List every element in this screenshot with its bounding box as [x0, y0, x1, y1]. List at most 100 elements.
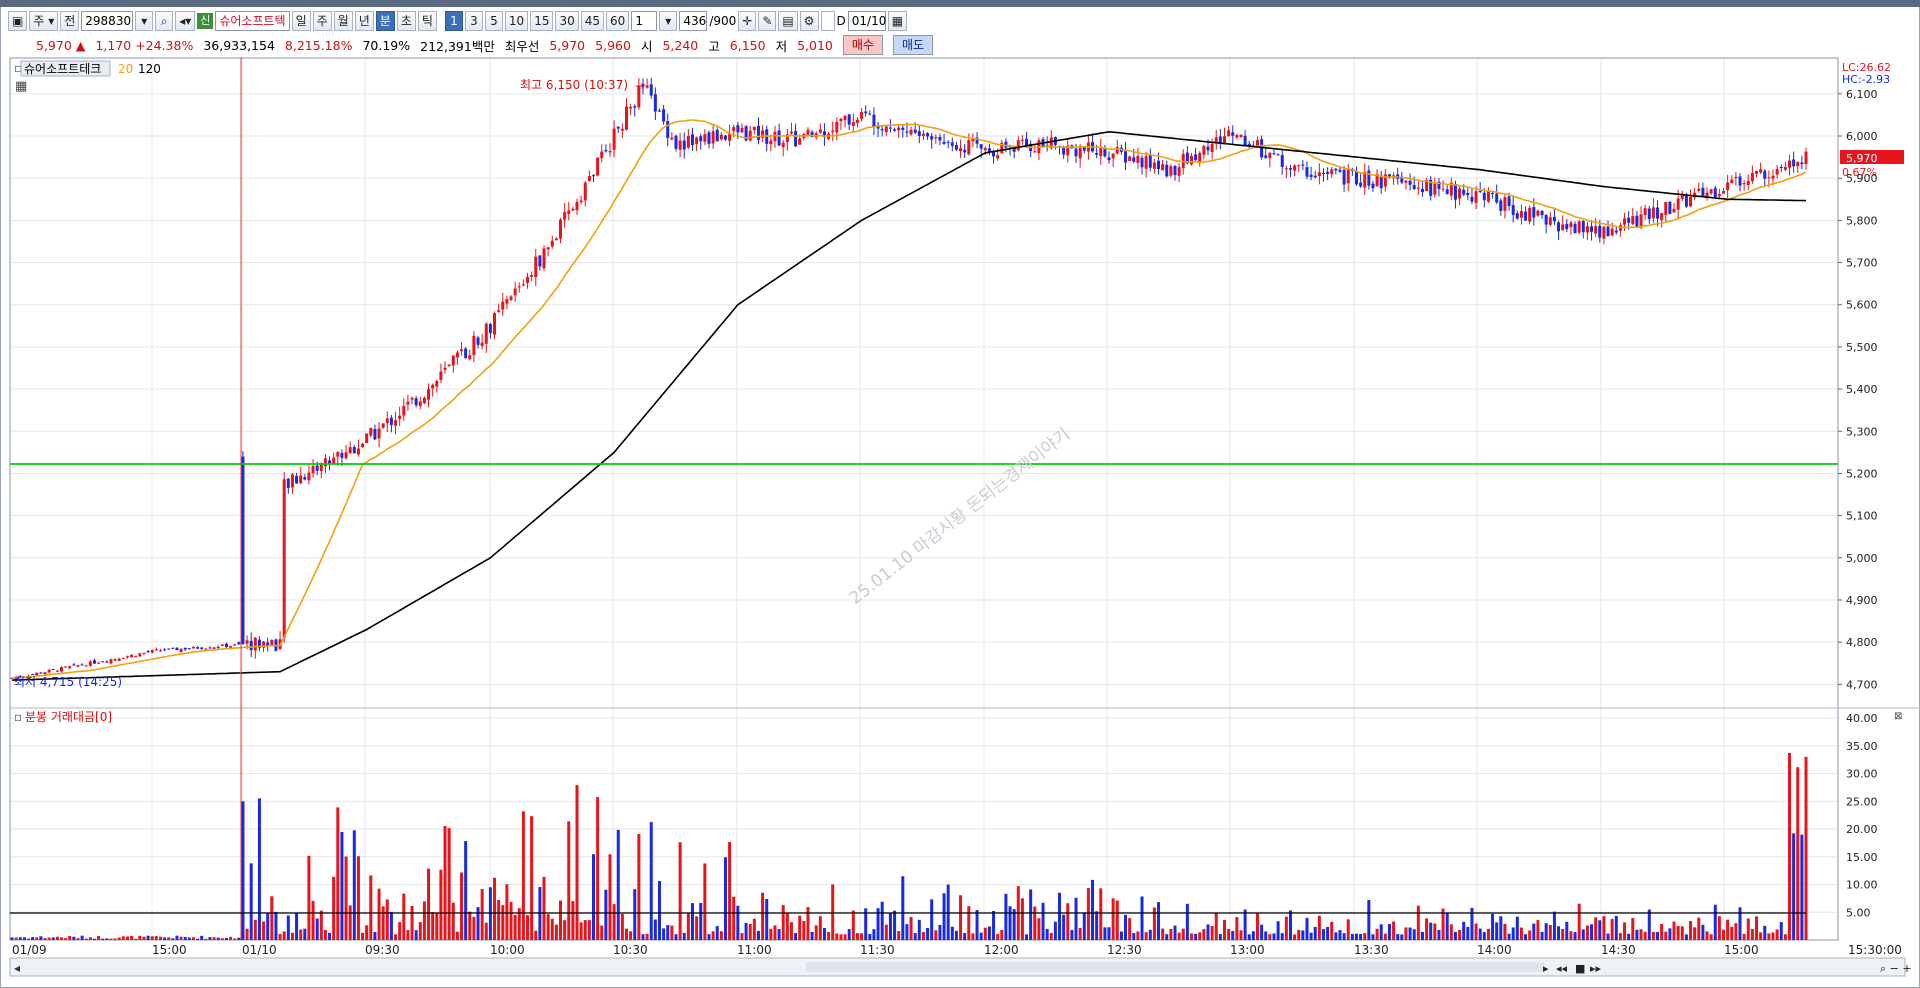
candle-body — [538, 255, 542, 267]
candle-body — [905, 131, 909, 133]
candle-body — [488, 324, 492, 334]
candle-body — [43, 672, 47, 675]
candle-body — [1573, 223, 1577, 234]
volume-bar — [1103, 927, 1107, 940]
candle-body — [1524, 211, 1528, 221]
volume-bar — [1664, 931, 1668, 940]
collapse-icon: ▫ — [14, 710, 22, 724]
volume-bar — [191, 937, 195, 940]
candle-body — [732, 127, 736, 132]
scroll-left-icon: ◂ — [14, 961, 20, 975]
volume-bar — [847, 929, 851, 940]
volume-bar — [835, 933, 839, 940]
volume-bar — [1194, 933, 1198, 940]
volume-bar — [472, 916, 476, 940]
volume-bar — [10, 937, 14, 940]
volume-bar — [1029, 889, 1033, 940]
volume-bar — [513, 914, 517, 940]
candle-body — [295, 475, 299, 484]
candle-body — [1379, 175, 1383, 189]
chart-canvas[interactable]: 6,1006,0005,9005,8005,7005,6005,5005,400… — [0, 0, 1920, 988]
volume-bar — [307, 855, 311, 940]
candle-body — [946, 141, 950, 143]
candle-body — [517, 286, 521, 288]
volume-bar — [798, 915, 802, 940]
candle-body — [1412, 185, 1416, 189]
candle-body — [245, 640, 249, 644]
candle-body — [930, 136, 934, 140]
volume-bar — [443, 826, 447, 940]
candle-body — [695, 137, 699, 145]
volume-bar — [1053, 921, 1057, 940]
volume-bar — [1627, 933, 1631, 940]
candle-body — [1796, 161, 1800, 167]
candle-body — [542, 248, 546, 269]
candle-body — [493, 313, 497, 335]
candle-body — [1111, 153, 1115, 159]
volume-bar — [1462, 921, 1466, 940]
candle-body — [1792, 159, 1796, 167]
time-label: 13:00 — [1230, 943, 1265, 957]
volume-bar — [101, 938, 105, 940]
volume-bar — [1268, 934, 1272, 940]
volume-bar — [612, 904, 616, 940]
volume-bar — [410, 905, 414, 940]
volume-bar — [1639, 929, 1643, 940]
candle-body — [1441, 188, 1445, 190]
candle-body — [1367, 170, 1371, 186]
candle-body — [1293, 165, 1297, 171]
volume-bar — [888, 912, 892, 940]
volume-bar — [554, 924, 558, 940]
volume-bar — [711, 931, 715, 940]
volume-bar — [1499, 916, 1503, 940]
volume-bar — [1247, 934, 1251, 940]
volume-bar — [954, 930, 958, 940]
volume-bar — [1260, 924, 1264, 940]
volume-bar — [1755, 916, 1759, 940]
volume-bar — [1482, 932, 1486, 940]
volume-bar — [1157, 902, 1161, 940]
time-label: 15:00 — [1724, 943, 1759, 957]
candle-body — [550, 240, 554, 247]
volume-bar — [51, 937, 55, 940]
scroll-thumb — [806, 962, 1544, 972]
candle-body — [1453, 184, 1457, 200]
volume-bar — [1552, 911, 1556, 940]
volume-bar — [299, 929, 303, 940]
volume-bar — [488, 887, 492, 940]
candle-body — [806, 129, 810, 136]
candle-body — [1594, 226, 1598, 234]
volume-bar — [68, 936, 72, 940]
candle-body — [377, 428, 381, 439]
volume-bar — [422, 901, 426, 940]
volume-bar — [1540, 931, 1544, 940]
candle-body — [781, 142, 785, 148]
volume-bar — [1647, 909, 1651, 940]
candle-body — [1631, 216, 1635, 225]
volume-bar — [381, 906, 385, 940]
volume-bar — [336, 807, 340, 940]
candle-body — [583, 182, 587, 201]
volume-bar — [1218, 934, 1222, 940]
candle-body — [575, 201, 579, 211]
volume-bar — [1363, 933, 1367, 940]
volume-bar — [187, 937, 191, 940]
volume-bar — [1420, 931, 1424, 940]
candle-body — [699, 136, 703, 142]
time-label: 12:00 — [984, 943, 1019, 957]
candle-body — [389, 417, 393, 425]
volume-bar — [142, 936, 146, 940]
price-tick-label: 4,900 — [1846, 594, 1878, 607]
volume-bar — [579, 922, 583, 940]
candle-body — [224, 643, 228, 648]
candle-body — [1466, 192, 1470, 196]
candle-body — [1326, 171, 1330, 174]
candle-body — [596, 157, 600, 176]
volume-bar — [1528, 930, 1532, 940]
volume-bar — [893, 910, 897, 940]
candle-body — [117, 658, 121, 662]
volume-bar — [55, 936, 59, 940]
volume-bar — [822, 927, 826, 940]
candle-body — [1602, 226, 1606, 239]
candle-body — [1239, 134, 1243, 138]
